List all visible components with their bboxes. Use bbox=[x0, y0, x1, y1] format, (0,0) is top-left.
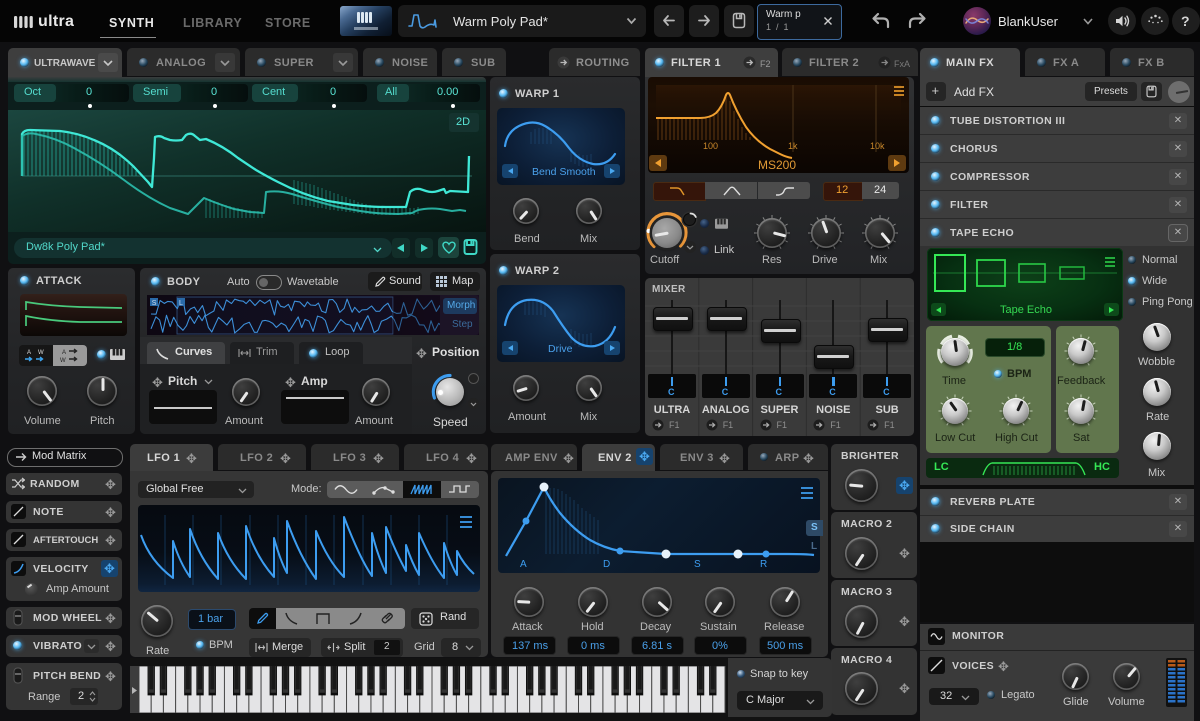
svg-text:W: W bbox=[38, 350, 44, 356]
svg-text:R: R bbox=[760, 559, 767, 570]
svg-text:W: W bbox=[60, 358, 66, 364]
svg-text:S: S bbox=[694, 559, 701, 570]
svg-text:L: L bbox=[179, 300, 183, 307]
svg-text:A: A bbox=[62, 350, 66, 356]
svg-text:100: 100 bbox=[703, 141, 718, 151]
svg-text:10k: 10k bbox=[870, 141, 885, 151]
svg-text:D: D bbox=[603, 559, 610, 570]
svg-text:1k: 1k bbox=[788, 141, 798, 151]
svg-text:S: S bbox=[152, 300, 157, 307]
svg-text:A: A bbox=[520, 559, 527, 570]
svg-text:A: A bbox=[27, 350, 31, 356]
